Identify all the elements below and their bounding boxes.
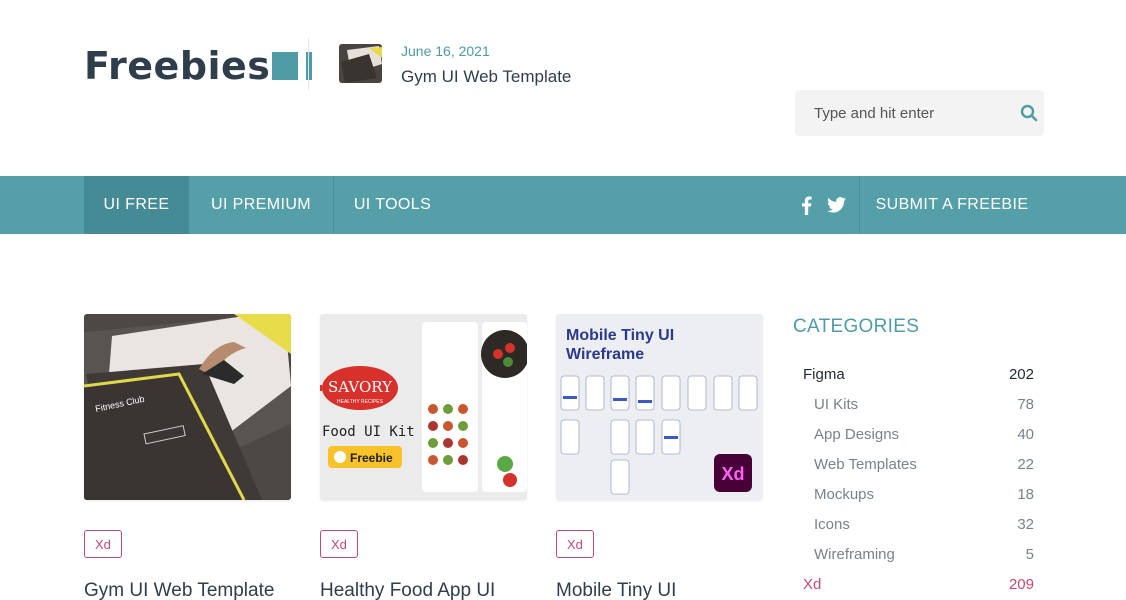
- category-name: Mockups: [814, 486, 875, 503]
- category-name: App Designs: [814, 426, 900, 443]
- search-input[interactable]: [795, 90, 1013, 136]
- nav-item-ui-tools[interactable]: UI TOOLS: [334, 176, 451, 234]
- category-name: Web Templates: [814, 456, 917, 473]
- category-count: 32: [1017, 516, 1034, 533]
- category-name: Icons: [814, 516, 850, 533]
- search-box: [795, 90, 1044, 136]
- search-icon[interactable]: [1013, 90, 1044, 136]
- category-name: Wireframing: [814, 546, 895, 563]
- nav-item-ui-free[interactable]: UI FREE: [84, 176, 189, 234]
- twitter-icon[interactable]: [825, 176, 847, 234]
- category-wireframing[interactable]: Wireframing 5: [803, 546, 1034, 568]
- post-tag-xd[interactable]: Xd: [556, 530, 594, 558]
- post-tag-xd[interactable]: Xd: [320, 530, 358, 558]
- latest-post[interactable]: June 16, 2021 Gym UI Web Template: [339, 43, 571, 87]
- site-header: Freebies June 16, 2021 Gym UI Web Templa…: [0, 0, 1126, 176]
- post-title[interactable]: Gym UI Web Template: [84, 580, 274, 600]
- category-name: UI Kits: [814, 396, 859, 413]
- post-card: Fitness Club Xd Gym UI Web Template: [84, 314, 291, 600]
- category-count: 209: [1008, 576, 1034, 593]
- main-nav: UI FREE UI PREMIUM UI TOOLS SUBMIT A FRE…: [0, 176, 1126, 234]
- post-title[interactable]: Mobile Tiny UI: [556, 580, 676, 600]
- category-count: 40: [1017, 426, 1034, 443]
- category-count: 5: [1025, 546, 1034, 563]
- xd-badge-icon: Xd: [721, 464, 744, 484]
- thumbnail-subtitle: HEALTHY RECIPES: [337, 399, 384, 405]
- latest-post-date: June 16, 2021: [401, 43, 490, 59]
- categories-heading: CATEGORIES: [793, 316, 920, 337]
- latest-post-info: June 16, 2021 Gym UI Web Template: [401, 43, 571, 87]
- category-count: 202: [1008, 366, 1034, 383]
- thumbnail-brand: SAVORY: [328, 378, 393, 396]
- category-mockups[interactable]: Mockups 18: [803, 486, 1034, 508]
- thumbnail-kit: Food UI Kit: [322, 424, 415, 440]
- thumbnail-line-2: Wireframe: [566, 346, 644, 363]
- post-thumbnail[interactable]: Fitness Club: [84, 314, 291, 500]
- category-count: 78: [1017, 396, 1034, 413]
- category-ui-kits[interactable]: UI Kits 78: [803, 396, 1034, 418]
- facebook-icon[interactable]: [796, 176, 816, 234]
- category-xd[interactable]: Xd 209: [803, 576, 1034, 598]
- post-card: Mobile Tiny UI Wireframe Xd Xd Mobile Ti…: [556, 314, 763, 600]
- post-card: SAVORY HEALTHY RECIPES Food UI Kit Freeb…: [320, 314, 527, 600]
- nav-item-ui-premium[interactable]: UI PREMIUM: [189, 176, 333, 234]
- logo-mark-icon: [272, 52, 313, 80]
- category-app-designs[interactable]: App Designs 40: [803, 426, 1034, 448]
- category-name: Xd: [803, 576, 822, 593]
- submit-freebie-link[interactable]: SUBMIT A FREEBIE: [860, 176, 1044, 234]
- header-divider: [308, 38, 309, 90]
- post-thumbnail[interactable]: Mobile Tiny UI Wireframe Xd: [556, 314, 763, 500]
- thumbnail-badge: Freebie: [350, 451, 393, 465]
- category-name: Figma: [803, 366, 845, 383]
- post-thumbnail[interactable]: SAVORY HEALTHY RECIPES Food UI Kit Freeb…: [320, 314, 527, 500]
- latest-post-thumbnail[interactable]: [339, 44, 382, 83]
- thumbnail-line-1: Mobile Tiny UI: [566, 327, 674, 344]
- site-logo[interactable]: Freebies: [84, 44, 313, 88]
- category-count: 18: [1017, 486, 1034, 503]
- post-title[interactable]: Healthy Food App UI: [320, 580, 495, 600]
- category-count: 22: [1017, 456, 1034, 473]
- latest-post-title[interactable]: Gym UI Web Template: [401, 67, 571, 87]
- category-icons[interactable]: Icons 32: [803, 516, 1034, 538]
- category-web-templates[interactable]: Web Templates 22: [803, 456, 1034, 478]
- logo-text: Freebies: [84, 44, 271, 88]
- post-tag-xd[interactable]: Xd: [84, 530, 122, 558]
- category-figma[interactable]: Figma 202: [803, 366, 1034, 388]
